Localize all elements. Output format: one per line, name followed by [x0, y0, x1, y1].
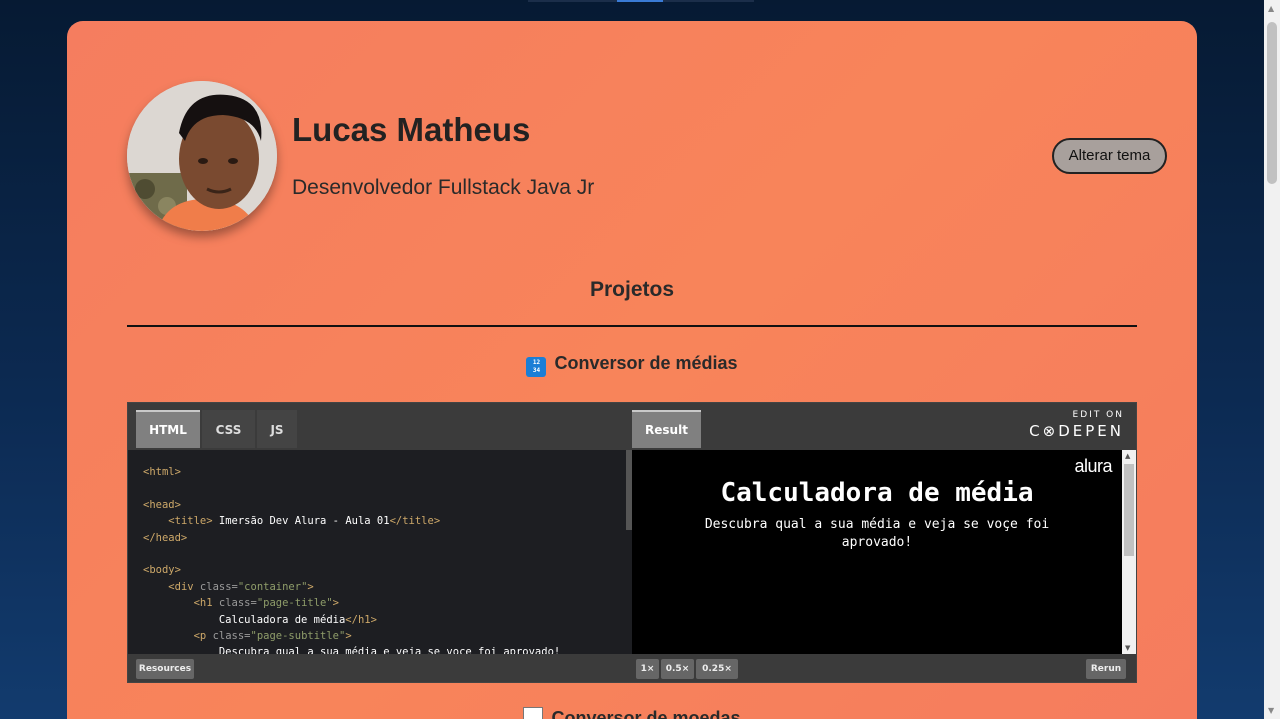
tab-result[interactable]: Result: [632, 410, 701, 448]
scroll-down-icon[interactable]: ▼: [1268, 706, 1274, 715]
project-title-text: Conversor de médias: [554, 353, 738, 373]
codepen-logo: C⊗DEPEN: [1029, 422, 1124, 440]
project-title: Conversor de moedas: [67, 707, 1197, 719]
active-tab-indicator: [617, 0, 663, 2]
result-preview: alura Calculadora de média Descubra qual…: [632, 450, 1122, 654]
edit-on-label: EDIT ON: [1072, 410, 1124, 420]
codepen-footer: Resources 1× 0.5× 0.25× Rerun: [128, 654, 1136, 682]
project-title-text: Conversor de moedas: [551, 708, 741, 719]
numbers-icon: 12 34: [526, 357, 547, 377]
scroll-down-icon[interactable]: ▼: [1125, 644, 1130, 652]
alura-logo: alura: [1074, 456, 1112, 476]
divider: [127, 325, 1137, 327]
zoom-half-button[interactable]: 0.5×: [661, 659, 694, 679]
calculator-title: Calculadora de média: [720, 478, 1034, 508]
browser-tab-strip: [528, 0, 754, 2]
profile-card: Lucas Matheus Desenvolvedor Fullstack Ja…: [67, 21, 1197, 719]
result-scrollbar-thumb[interactable]: [1124, 464, 1134, 556]
avatar-photo: [127, 81, 277, 231]
avatar: [127, 81, 277, 231]
html-code-editor[interactable]: <html> <head> <title> Imersão Dev Alura …: [128, 450, 632, 654]
change-theme-button[interactable]: Alterar tema: [1052, 138, 1167, 174]
profile-name: Lucas Matheus: [292, 111, 531, 148]
rerun-button[interactable]: Rerun: [1086, 659, 1126, 679]
edit-on-codepen-link[interactable]: EDIT ON C⊗DEPEN: [1029, 410, 1124, 440]
code-content: <html> <head> <title> Imersão Dev Alura …: [143, 466, 561, 654]
chart-icon: [523, 707, 544, 719]
tab-js[interactable]: JS: [257, 410, 297, 448]
project-title: 12 34 Conversor de médias: [67, 353, 1197, 377]
scroll-up-icon[interactable]: ▲: [1268, 4, 1274, 13]
zoom-quarter-button[interactable]: 0.25×: [696, 659, 738, 679]
codepen-toolbar: HTML CSS JS Result EDIT ON C⊗DEPEN: [128, 403, 1136, 450]
profile-role: Desenvolvedor Fullstack Java Jr: [292, 176, 595, 199]
codepen-embed: HTML CSS JS Result EDIT ON C⊗DEPEN <html…: [127, 402, 1137, 683]
resources-button[interactable]: Resources: [136, 659, 194, 679]
scroll-up-icon[interactable]: ▲: [1125, 452, 1130, 460]
page-scrollbar[interactable]: ▲ ▼: [1264, 0, 1280, 719]
scrollbar-thumb[interactable]: [1267, 22, 1277, 184]
section-title: Projetos: [589, 278, 675, 301]
calculator-subtitle: Descubra qual a sua média e veja se voçe…: [704, 517, 1050, 550]
result-scrollbar[interactable]: ▲ ▼: [1122, 450, 1136, 654]
tab-html[interactable]: HTML: [136, 410, 200, 448]
tab-css[interactable]: CSS: [202, 410, 255, 448]
zoom-1x-button[interactable]: 1×: [636, 659, 659, 679]
